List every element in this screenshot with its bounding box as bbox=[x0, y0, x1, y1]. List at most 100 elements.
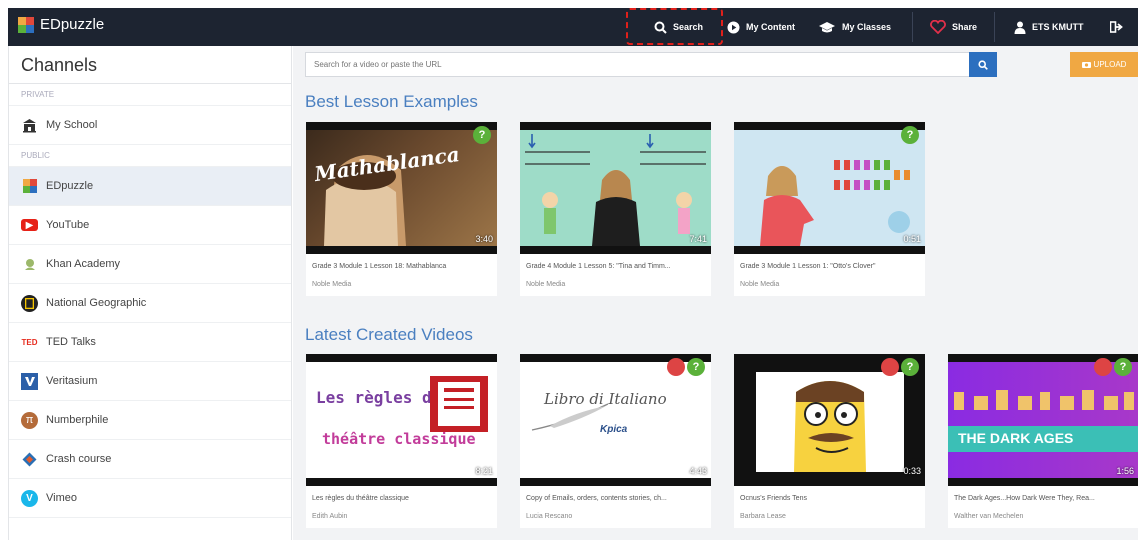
video-thumbnail[interactable]: Mathablanca ? 3:40 bbox=[306, 122, 497, 254]
video-title: Grade 3 Module 1 Lesson 18: Mathablanca bbox=[312, 263, 447, 270]
graduation-cap-icon bbox=[819, 21, 835, 32]
camera-icon bbox=[1081, 62, 1091, 68]
sidebar-item-label: Numberphile bbox=[46, 414, 109, 426]
nav-my-content[interactable]: My Content bbox=[727, 8, 795, 46]
sidebar-item-edpuzzle[interactable]: EDpuzzle bbox=[9, 167, 291, 206]
search-bar bbox=[305, 52, 997, 77]
question-icon: ? bbox=[1114, 358, 1132, 376]
main-content: UPLOAD Best Lesson Examples Mathablanca … bbox=[293, 46, 1138, 540]
nav-my-classes[interactable]: My Classes bbox=[818, 8, 891, 46]
nav-my-classes-label: My Classes bbox=[842, 22, 892, 32]
reject-badge-icon bbox=[667, 358, 685, 376]
sidebar-item-youtube[interactable]: ▶ YouTube bbox=[9, 206, 291, 245]
nav-share[interactable]: Share bbox=[930, 8, 977, 46]
sign-out-icon bbox=[1110, 21, 1123, 33]
sidebar-section-private: PRIVATE bbox=[9, 84, 291, 106]
video-duration: 7:41 bbox=[689, 234, 707, 244]
search-input[interactable] bbox=[306, 53, 996, 76]
cartoon-character-artwork bbox=[756, 372, 904, 472]
sidebar-item-ted-talks[interactable]: TED TED Talks bbox=[9, 323, 291, 362]
sidebar-item-label: Vimeo bbox=[46, 492, 77, 504]
video-thumbnail[interactable]: Les règles du théâtre classique 8:21 bbox=[306, 354, 497, 486]
question-icon: ? bbox=[473, 126, 491, 144]
people-row-artwork bbox=[954, 390, 1134, 410]
search-highlight-annotation bbox=[626, 8, 723, 45]
video-thumbnail[interactable]: THE DARK AGES ? 1:56 bbox=[948, 354, 1138, 486]
clover-artwork bbox=[760, 160, 910, 246]
sidebar-item-my-school[interactable]: My School bbox=[9, 106, 291, 145]
mathablanca-artwork bbox=[324, 155, 406, 246]
edpuzzle-logo-icon bbox=[18, 16, 34, 33]
video-author: Barbara Lease bbox=[740, 513, 786, 520]
video-duration: 3:40 bbox=[475, 234, 493, 244]
search-icon bbox=[978, 59, 988, 70]
vimeo-icon: V bbox=[21, 489, 38, 507]
app-logo[interactable]: EDpuzzle bbox=[18, 16, 104, 33]
sidebar-item-label: YouTube bbox=[46, 219, 90, 231]
video-duration: 1:56 bbox=[1116, 466, 1134, 476]
thumb-line1: THE DARK AGES bbox=[958, 430, 1074, 446]
best-lessons-title: Best Lesson Examples bbox=[305, 92, 478, 111]
video-author: Edith Aubin bbox=[312, 513, 348, 520]
video-card[interactable]: 7:41 Grade 4 Module 1 Lesson 5: "Tina an… bbox=[520, 122, 711, 296]
channels-sidebar: Channels PRIVATE My School PUBLIC EDpuzz… bbox=[8, 46, 292, 540]
video-card[interactable]: Mathablanca ? 3:40 Grade 3 Module 1 Less… bbox=[306, 122, 497, 296]
user-name: ETS KMUTT bbox=[1032, 22, 1084, 32]
video-thumbnail[interactable]: ? 0:51 bbox=[734, 122, 925, 254]
video-author: Noble Media bbox=[526, 281, 566, 288]
school-icon bbox=[21, 117, 38, 134]
question-icon: ? bbox=[901, 126, 919, 144]
reject-badge-icon bbox=[1094, 358, 1112, 376]
video-author: Lucia Rescano bbox=[526, 513, 573, 520]
nav-divider bbox=[994, 12, 995, 42]
upload-button[interactable]: UPLOAD bbox=[1070, 52, 1138, 77]
logout-button[interactable] bbox=[1110, 8, 1123, 46]
top-navbar: EDpuzzle Search My Content My Classes Sh… bbox=[8, 8, 1138, 46]
numberphile-icon: π bbox=[21, 411, 38, 429]
video-thumbnail[interactable]: ? 0:33 bbox=[734, 354, 925, 486]
sidebar-item-crash-course[interactable]: Crash course bbox=[9, 440, 291, 479]
video-author: Noble Media bbox=[312, 281, 352, 288]
video-title: Copy of Emails, orders, contents stories… bbox=[526, 495, 667, 502]
upload-label: UPLOAD bbox=[1093, 60, 1127, 69]
sidebar-item-label: TED Talks bbox=[46, 336, 96, 348]
youtube-icon: ▶ bbox=[21, 219, 38, 231]
sidebar-item-national-geographic[interactable]: National Geographic bbox=[9, 284, 291, 323]
video-duration: 4:43 bbox=[689, 466, 707, 476]
question-icon: ? bbox=[901, 358, 919, 376]
nav-divider bbox=[912, 12, 913, 42]
search-button[interactable] bbox=[969, 52, 997, 77]
thumb-line1: Les règles du bbox=[316, 388, 442, 407]
sidebar-item-vimeo[interactable]: V Vimeo bbox=[9, 479, 291, 518]
khan-academy-icon bbox=[21, 256, 38, 273]
video-thumbnail[interactable]: Libro di Italiano Kpica ? 4:43 bbox=[520, 354, 711, 486]
video-card[interactable]: Les règles du théâtre classique 8:21 Les… bbox=[306, 354, 497, 528]
video-thumbnail[interactable]: 7:41 bbox=[520, 122, 711, 254]
video-card[interactable]: ? 0:33 Ocnus's Friends Tens Barbara Leas… bbox=[734, 354, 925, 528]
crash-course-icon bbox=[21, 451, 38, 468]
sidebar-item-khan-academy[interactable]: Khan Academy bbox=[9, 245, 291, 284]
sidebar-item-label: Crash course bbox=[46, 453, 112, 465]
video-card[interactable]: ? 0:51 Grade 3 Module 1 Lesson 1: "Otto'… bbox=[734, 122, 925, 296]
quill-artwork bbox=[531, 403, 609, 431]
nav-my-content-label: My Content bbox=[746, 22, 795, 32]
video-duration: 8:21 bbox=[475, 466, 493, 476]
veritasium-icon bbox=[21, 372, 38, 390]
video-title: Ocnus's Friends Tens bbox=[740, 495, 807, 502]
video-author: Walther van Mechelen bbox=[954, 513, 1024, 520]
sidebar-item-label: National Geographic bbox=[46, 297, 147, 309]
sidebar-item-numberphile[interactable]: π Numberphile bbox=[9, 401, 291, 440]
video-title: Grade 4 Module 1 Lesson 5: "Tina and Tim… bbox=[526, 263, 671, 270]
video-card[interactable]: Libro di Italiano Kpica ? 4:43 Copy of E… bbox=[520, 354, 711, 528]
user-menu[interactable]: ETS KMUTT bbox=[1014, 8, 1084, 46]
reject-badge-icon bbox=[881, 358, 899, 376]
sidebar-item-label: EDpuzzle bbox=[46, 180, 94, 192]
user-icon bbox=[1014, 21, 1026, 34]
video-card[interactable]: THE DARK AGES ? 1:56 The Dark Ages...How… bbox=[948, 354, 1138, 528]
sidebar-item-veritasium[interactable]: Veritasium bbox=[9, 362, 291, 401]
nav-share-label: Share bbox=[952, 22, 978, 32]
theatre-poster-artwork bbox=[430, 376, 488, 432]
video-author: Noble Media bbox=[740, 281, 780, 288]
question-icon: ? bbox=[687, 358, 705, 376]
number-line-artwork bbox=[525, 134, 706, 246]
